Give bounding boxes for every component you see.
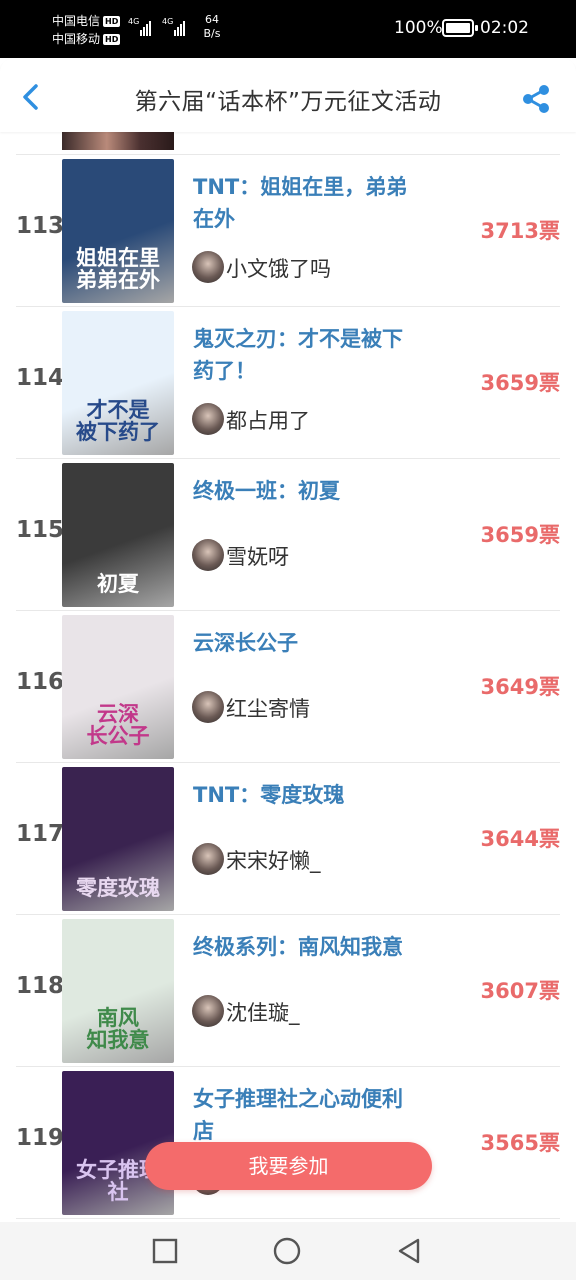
battery-icon (442, 19, 478, 37)
signal-icon: 4G 4G (128, 17, 185, 36)
book-title[interactable]: TNT：零度玫瑰 (193, 779, 415, 811)
vote-count: 3659票 (480, 523, 560, 547)
network-speed: 64 B/s (200, 13, 224, 41)
rank-number: 114 (16, 365, 65, 391)
list-item[interactable]: 116 云深 长公子 云深长公子红尘寄情 3649票 (0, 611, 576, 763)
carrier-1: 中国电信 (52, 14, 101, 28)
clock: 02:02 (480, 18, 529, 38)
share-icon[interactable] (520, 83, 552, 115)
rank-number: 118 (16, 973, 65, 999)
book-cover[interactable]: 初夏 (62, 463, 174, 607)
carrier-2: 中国移动 (52, 32, 101, 46)
vote-count: 3713票 (480, 219, 560, 243)
chevron-left-icon[interactable] (14, 80, 48, 114)
triangle-back-icon[interactable] (396, 1237, 424, 1265)
hd-badge: HD (103, 16, 121, 27)
vote-count: 3644票 (480, 827, 560, 851)
list-item[interactable]: 114 才不是 被下药了 鬼灭之刃：才不是被下药了！ 都占用了 3659票 (0, 307, 576, 459)
book-cover-text: 姐姐在里 弟弟在外 (76, 246, 160, 292)
avatar (192, 539, 224, 571)
battery-percent: 100% (394, 18, 443, 38)
book-title[interactable]: 云深长公子 (193, 627, 415, 659)
rank-number: 113 (16, 213, 65, 239)
page-title: 第六届“话本杯”万元征文活动 (134, 89, 442, 115)
ranking-list[interactable]: 113 姐姐在里 弟弟在外 TNT：姐姐在里，弟弟在外小文饿了吗 3713票 114 才不… (0, 132, 576, 1222)
book-cover-text: 云深 长公子 (86, 702, 150, 748)
rank-number: 119 (16, 1125, 65, 1151)
book-cover-text: 才不是 被下药了 (76, 398, 160, 444)
book-cover-text: 南风 知我意 (86, 1006, 150, 1052)
rank-number: 116 (16, 669, 65, 695)
list-item[interactable]: 113 姐姐在里 弟弟在外 TNT：姐姐在里，弟弟在外小文饿了吗 3713票 (0, 155, 576, 307)
square-icon[interactable] (151, 1237, 179, 1265)
avatar (192, 691, 224, 723)
avatar (192, 403, 224, 435)
book-cover-text: 初夏 (97, 572, 139, 596)
list-item[interactable]: 115 初夏 终极一班：初夏雪妩呀 3659票 (0, 459, 576, 611)
book-cover[interactable]: 零度玫瑰 (62, 767, 174, 911)
rank-number: 117 (16, 821, 65, 847)
join-button[interactable]: 我要参加 (145, 1142, 432, 1190)
circle-icon[interactable] (273, 1237, 301, 1265)
book-cover[interactable]: 女子推理社 (62, 1071, 174, 1215)
system-nav-bar (0, 1222, 576, 1280)
author-name: 红尘寄情 (226, 697, 310, 721)
vote-count: 3607票 (480, 979, 560, 1003)
author-name: 沈佳璇_ (226, 1001, 300, 1025)
book-cover[interactable]: 才不是 被下药了 (62, 311, 174, 455)
book-title[interactable]: 终极一班：初夏 (193, 475, 415, 507)
svg-text:4G: 4G (128, 17, 139, 26)
avatar (192, 251, 224, 283)
book-cover[interactable]: 云深 长公子 (62, 615, 174, 759)
book-title[interactable]: 终极系列：南风知我意 (193, 931, 415, 963)
vote-count: 3649票 (480, 675, 560, 699)
speed-value: 64 (205, 13, 219, 26)
book-cover[interactable]: 南风 知我意 (62, 919, 174, 1063)
vote-count: 3565票 (480, 1131, 560, 1155)
book-cover-partial[interactable] (62, 132, 174, 150)
svg-text:4G: 4G (162, 17, 173, 26)
author-name: 宋宋好懒_ (226, 849, 321, 873)
author-name: 都占用了 (226, 409, 310, 433)
book-title[interactable]: 女子推理社之心动便利店 (193, 1083, 415, 1147)
book-cover[interactable]: 姐姐在里 弟弟在外 (62, 159, 174, 303)
book-cover-text: 零度玫瑰 (76, 876, 160, 900)
avatar (192, 843, 224, 875)
carrier-info: 中国电信 HD 中国移动 HD (52, 12, 121, 48)
book-title[interactable]: 鬼灭之刃：才不是被下药了！ (193, 323, 415, 387)
avatar (192, 995, 224, 1027)
app-header: 第六届“话本杯”万元征文活动 (0, 58, 576, 132)
author-name: 小文饿了吗 (226, 257, 331, 281)
speed-unit: B/s (203, 27, 221, 40)
vote-count: 3659票 (480, 371, 560, 395)
hd-badge: HD (103, 34, 121, 45)
book-title[interactable]: TNT：姐姐在里，弟弟在外 (193, 171, 415, 235)
rank-number: 115 (16, 517, 65, 543)
status-bar: 中国电信 HD 中国移动 HD 4G 4G 64 B/s 100% 02:02 (0, 0, 576, 58)
list-item[interactable]: 118 南风 知我意 终极系列：南风知我意沈佳璇_ 3607票 (0, 915, 576, 1067)
author-name: 雪妩呀 (226, 545, 289, 569)
divider (16, 1218, 560, 1219)
list-item[interactable]: 117 零度玫瑰 TNT：零度玫瑰宋宋好懒_ 3644票 (0, 763, 576, 915)
